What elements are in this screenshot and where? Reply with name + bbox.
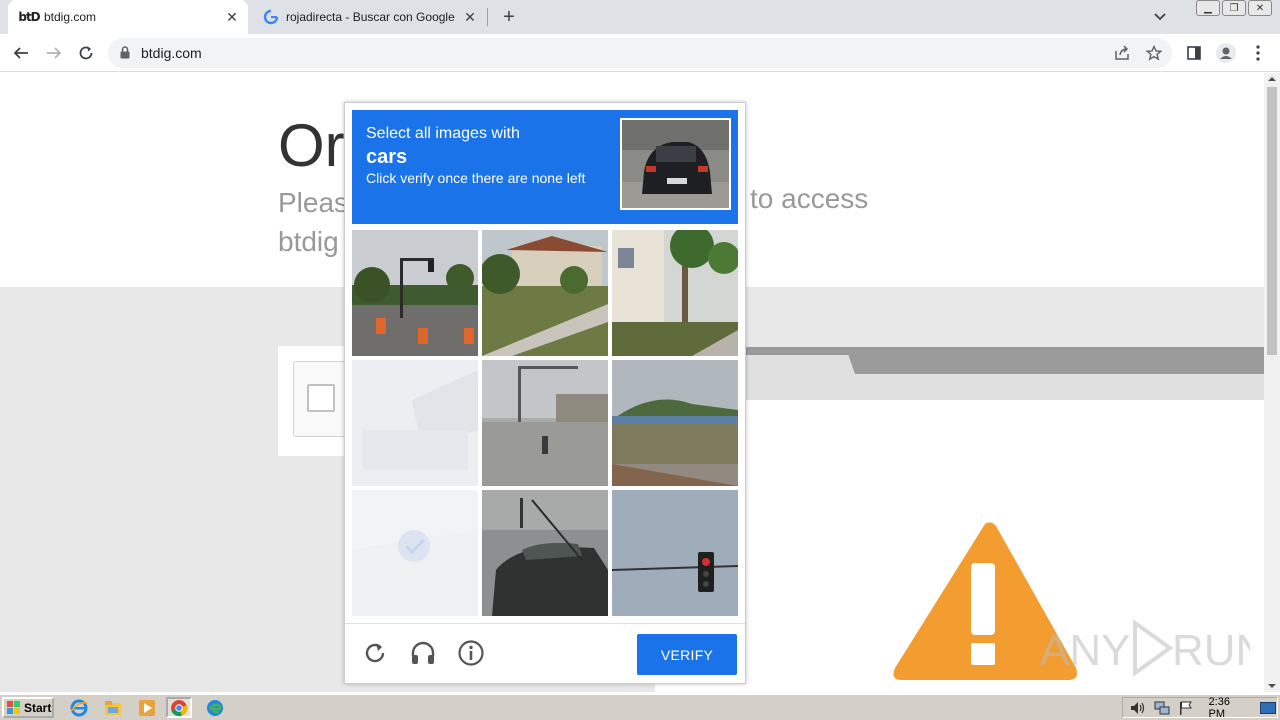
url-text: btdig.com [141, 45, 202, 61]
page-subtext-right: to access [750, 183, 869, 214]
lock-icon [120, 46, 130, 64]
chrome-taskbar-icon[interactable] [166, 697, 192, 718]
address-bar[interactable]: btdig.com [108, 38, 1172, 68]
refresh-icon[interactable] [360, 638, 390, 668]
side-panel-icon[interactable] [1184, 43, 1204, 63]
btdig-favicon: btD [18, 10, 40, 24]
close-window-icon[interactable]: ✕ [1248, 0, 1272, 16]
forward-arrow-icon[interactable] [42, 41, 66, 65]
scroll-up-icon[interactable] [1264, 73, 1280, 85]
new-tab-icon[interactable]: + [497, 5, 521, 29]
scroll-down-icon[interactable] [1264, 680, 1280, 692]
content-tab-strip [745, 374, 1264, 400]
subtext-line-2: btdig [278, 226, 339, 257]
page-heading: Or [278, 112, 345, 179]
close-tab-icon[interactable]: ✕ [460, 7, 480, 27]
captcha-image-grid [352, 230, 738, 616]
bookmark-star-icon[interactable] [1145, 44, 1163, 61]
chevron-down-icon[interactable] [1150, 7, 1170, 27]
media-player-icon[interactable] [134, 697, 160, 718]
captcha-tile[interactable] [352, 360, 478, 486]
tab-btdig[interactable]: btD btdig.com ✕ [8, 0, 248, 34]
info-icon[interactable] [456, 638, 486, 668]
watermark-run: RUN [1172, 626, 1250, 675]
page-scrollbar[interactable] [1264, 73, 1280, 692]
captcha-tile[interactable] [612, 230, 738, 356]
captcha-tile[interactable] [352, 490, 478, 616]
reload-icon[interactable] [74, 41, 98, 65]
window-controls: ▁ ❐ ✕ [1196, 0, 1272, 16]
tab-title: rojadirecta - Buscar con Google [286, 10, 455, 24]
prompt-line-3: Click verify once there are none left [366, 170, 586, 186]
prompt-line-1: Select all images with [366, 125, 520, 142]
taskbar-clock: 2:36 PM [1208, 695, 1230, 720]
captcha-challenge-dialog: Select all images with cars Click verify… [344, 102, 746, 684]
subtext-line-1: Pleas [278, 187, 349, 218]
restore-icon[interactable]: ❐ [1222, 0, 1246, 16]
profile-avatar-icon[interactable] [1216, 43, 1236, 63]
tab-title: btdig.com [44, 10, 97, 24]
start-button[interactable]: Start [2, 697, 54, 718]
windows-logo-icon [7, 700, 20, 714]
browser-toolbar: btdig.com [0, 34, 1280, 72]
scroll-thumb[interactable] [1267, 87, 1277, 355]
captcha-tile[interactable] [482, 490, 608, 616]
show-desktop-icon[interactable] [1259, 700, 1277, 716]
content-tab[interactable] [745, 355, 855, 374]
start-label: Start [24, 700, 52, 715]
captcha-footer: VERIFY [345, 623, 745, 683]
minimize-icon[interactable]: ▁ [1196, 0, 1220, 16]
captcha-checkbox[interactable] [307, 384, 335, 412]
edge-icon[interactable] [202, 697, 228, 718]
captcha-prompt-header: Select all images with cars Click verify… [352, 110, 738, 224]
volume-icon[interactable] [1129, 700, 1147, 716]
browser-tab-strip: btD btdig.com ✕ rojadirecta - Buscar con… [0, 0, 1280, 34]
watermark-any: ANY [1040, 626, 1130, 675]
kebab-menu-icon[interactable] [1248, 43, 1268, 63]
file-explorer-icon[interactable] [100, 697, 126, 718]
page-subtext-left: Pleas btdig [278, 183, 348, 261]
windows-taskbar: Start 2:36 PM [0, 694, 1280, 720]
captcha-tile[interactable] [352, 230, 478, 356]
verify-button[interactable]: VERIFY [637, 634, 737, 675]
sample-car-image [620, 118, 731, 210]
captcha-tile[interactable] [482, 230, 608, 356]
anyrun-watermark: ANY RUN [1040, 619, 1250, 677]
tab-google-search[interactable]: rojadirecta - Buscar con Google ✕ [250, 0, 486, 34]
captcha-tile[interactable] [482, 360, 608, 486]
close-tab-icon[interactable]: ✕ [222, 7, 242, 27]
tab-separator [487, 8, 488, 26]
network-icon[interactable] [1153, 700, 1171, 716]
share-icon[interactable] [1114, 45, 1130, 61]
captcha-tile[interactable] [612, 490, 738, 616]
prompt-target: cars [366, 146, 408, 168]
flag-icon[interactable] [1177, 700, 1195, 716]
google-g-icon [262, 9, 280, 25]
captcha-tile[interactable] [612, 360, 738, 486]
internet-explorer-icon[interactable] [66, 697, 92, 718]
headphones-icon[interactable] [408, 638, 438, 668]
back-arrow-icon[interactable] [9, 41, 33, 65]
system-tray: 2:36 PM [1122, 695, 1278, 720]
